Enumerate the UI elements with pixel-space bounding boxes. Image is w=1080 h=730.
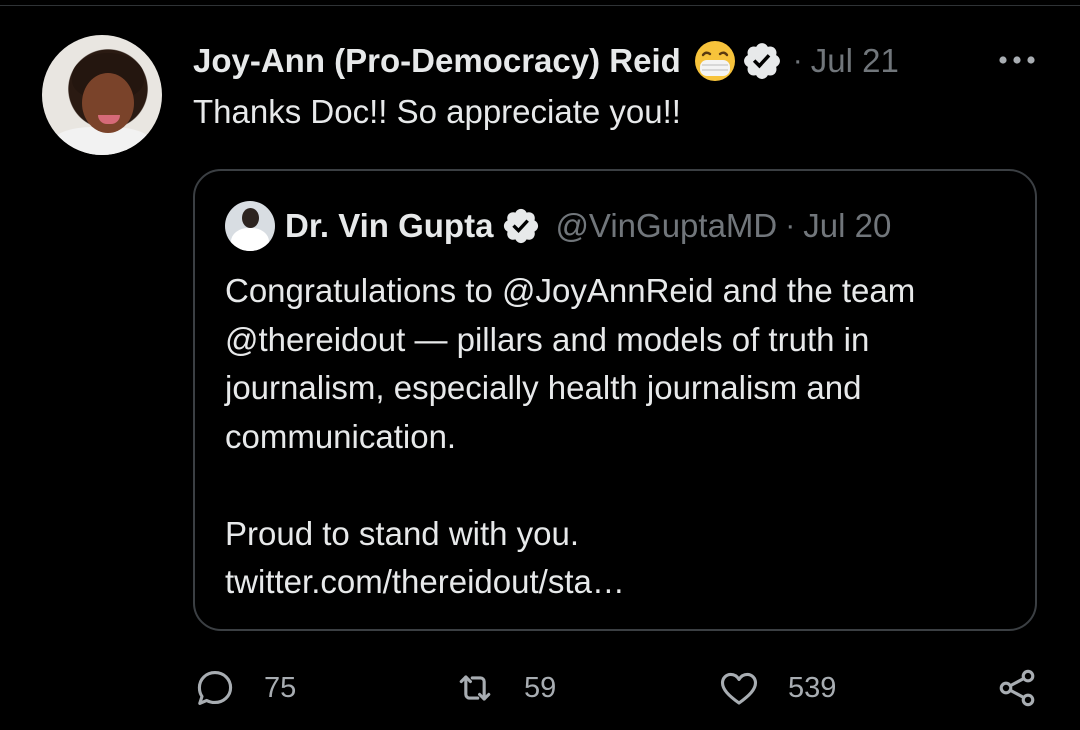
retweet-icon xyxy=(459,675,491,701)
retweet-count: 59 xyxy=(524,671,557,704)
quoted-text-line: journalism, especially health journalism… xyxy=(225,369,862,406)
quoted-tweet-text: Congratulations to @JoyAnnReid and the t… xyxy=(225,267,1015,607)
quoted-text-line: @thereidout — pillars and models of trut… xyxy=(225,320,870,358)
tweet-actions: 75 59 539 xyxy=(0,660,1080,716)
author-avatar[interactable] xyxy=(42,35,162,155)
quoted-tweet-card[interactable]: Dr. Vin Gupta @VinGuptaMD · Jul 20 Congr… xyxy=(193,169,1037,631)
retweet-button[interactable]: 59 xyxy=(453,660,556,716)
quoted-link[interactable]: twitter.com/thereidout/sta… xyxy=(225,558,1015,607)
share-icon xyxy=(999,669,1035,707)
like-button[interactable]: 539 xyxy=(717,660,836,716)
quoted-author-handle: @VinGuptaMD xyxy=(555,207,778,244)
quoted-author-avatar xyxy=(225,201,275,251)
quoted-text-line: Congratulations to @JoyAnnReid and the t… xyxy=(225,272,916,309)
quoted-header-separator: · xyxy=(785,209,796,242)
author-name[interactable]: Joy-Ann (Pro-Democracy) Reid xyxy=(193,42,681,80)
verified-badge-icon xyxy=(743,43,780,79)
quoted-tweet-header: Dr. Vin Gupta @VinGuptaMD · Jul 20 xyxy=(285,204,891,248)
heart-icon xyxy=(720,672,758,705)
quoted-text-line: Proud to stand with you. xyxy=(225,514,580,552)
tweet-header: Joy-Ann (Pro-Democracy) Reid · Jul 21 xyxy=(193,38,899,84)
reply-icon xyxy=(197,671,233,705)
tweet-text: Thanks Doc!! So appreciate you!! xyxy=(193,93,681,130)
quoted-author-name: Dr. Vin Gupta xyxy=(285,207,494,244)
quoted-tweet-date: Jul 20 xyxy=(803,207,892,244)
verified-badge-icon xyxy=(504,208,539,244)
like-count: 539 xyxy=(788,671,837,704)
top-divider xyxy=(0,5,1080,6)
reply-button[interactable]: 75 xyxy=(193,660,296,716)
share-button[interactable] xyxy=(995,660,1039,716)
reply-count: 75 xyxy=(264,671,297,704)
tweet-date[interactable]: Jul 21 xyxy=(811,42,899,80)
face-with-medical-mask-icon xyxy=(694,41,735,81)
more-dots-icon[interactable] xyxy=(995,48,1039,72)
header-separator: · xyxy=(792,44,803,77)
quoted-text-line: communication. xyxy=(225,417,457,455)
